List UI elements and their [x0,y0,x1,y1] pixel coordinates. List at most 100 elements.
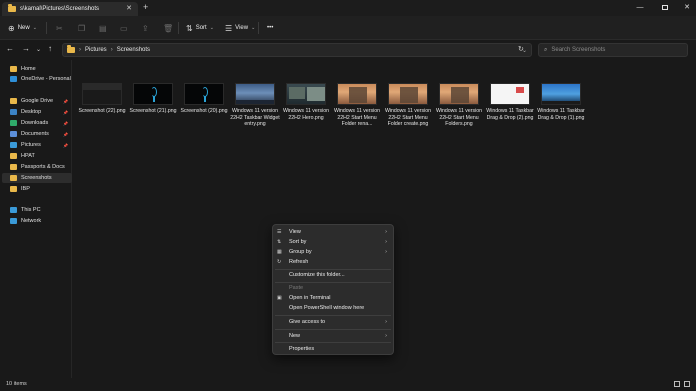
title-bar: s\kamal\Pictures\Screenshots ✕ + — ✕ [0,0,696,16]
menu-item-open-terminal[interactable]: Open in Terminal [289,295,330,301]
start-menu-graphic [451,87,469,103]
sidebar-item-label: Pictures [21,142,41,148]
terminal-icon: ▣ [277,295,282,301]
cut-button[interactable]: ✂ [56,16,63,40]
sidebar-item-downloads[interactable]: Downloads 📌 [2,118,72,128]
file-name: Windows 11 Taskbar Drag & Drop (2).png [486,108,534,121]
download-icon [10,120,17,126]
sidebar-item-screenshots[interactable]: Screenshots [2,173,72,183]
new-button[interactable]: ⊕ New ⌄ [8,16,37,40]
menu-item-new[interactable]: New [289,333,300,339]
file-thumbnail [235,83,275,105]
copy-button[interactable]: ❐ [78,16,85,40]
details-view-icon[interactable] [674,381,680,387]
menu-item-open-powershell[interactable]: Open PowerShell window here [289,305,364,311]
menu-item-group-by[interactable]: Group by [289,249,312,255]
maximize-icon [662,4,668,10]
file-thumbnail [133,83,173,105]
menu-item-sort-by[interactable]: Sort by [289,239,306,245]
rename-button[interactable]: ▭ [120,16,128,40]
delete-button[interactable]: 🗑 [163,16,173,40]
share-button[interactable]: ⇪ [142,16,149,40]
pin-icon: 📌 [63,109,68,115]
breadcrumb-pictures[interactable]: Pictures [85,47,107,53]
sort-icon: ⇅ [277,239,282,245]
submenu-arrow-icon: › [385,333,387,339]
more-options-button[interactable]: ••• [267,16,273,40]
breadcrumb-separator-icon: › [79,47,81,53]
pin-icon: 📌 [63,142,68,148]
refresh-button[interactable]: ↻ [518,45,524,53]
file-item[interactable]: Windows 11 version 22H2 Hero.png [283,83,329,121]
tab-screenshots[interactable]: s\kamal\Pictures\Screenshots ✕ [2,2,138,16]
sidebar-item-home[interactable]: Home [2,64,72,74]
forward-button[interactable]: → [22,44,30,53]
search-box[interactable]: ⌕ Search Screenshots [538,43,688,57]
sidebar-item-hpat[interactable]: HPAT [2,151,72,161]
documents-icon [10,131,17,137]
sidebar-item-desktop[interactable]: Desktop 📌 [2,107,72,117]
address-bar[interactable]: › Pictures › Screenshots ⌄ [62,43,532,57]
file-item[interactable]: Windows 11 version 22H2 Taskbar Widget e… [230,83,280,128]
copy-icon: ❐ [78,23,86,33]
taskbar-graphic [236,100,274,104]
view-button[interactable]: ☰ View ⌄ [225,16,255,40]
menu-item-give-access[interactable]: Give access to [289,319,325,325]
file-thumbnail [286,83,326,105]
sidebar-item-pictures[interactable]: Pictures 📌 [2,140,72,150]
minimize-button[interactable]: — [626,0,654,14]
file-item[interactable]: Windows 11 version 22H2 Start Menu Folde… [436,83,482,128]
sidebar-item-ibp[interactable]: IBP [2,184,72,194]
tab-close-icon[interactable]: ✕ [126,4,132,12]
file-item[interactable]: Windows 11 version 22H2 Start Menu Folde… [385,83,431,128]
address-row: ← → ⌄ ↑ › Pictures › Screenshots ⌄ ↻ ⌕ S… [0,40,696,60]
back-button[interactable]: ← [6,44,14,53]
status-bar: 10 items [0,378,696,391]
menu-item-view[interactable]: View [289,229,301,235]
file-item[interactable]: Screenshot (21).png [129,83,177,115]
pc-icon [10,207,17,213]
sidebar-item-network[interactable]: Network [2,216,72,226]
sidebar-item-label: OneDrive - Personal [21,76,71,82]
app-graphic [516,87,524,93]
paste-button[interactable]: ▤ [99,16,107,40]
sidebar-item-label: Downloads [21,120,49,126]
file-item[interactable]: Screenshot (20).png [180,83,228,115]
sidebar-item-documents[interactable]: Documents 📌 [2,129,72,139]
file-item[interactable]: Windows 11 version 22H2 Start Menu Folde… [334,83,380,128]
file-name: Screenshot (21).png [129,108,177,114]
group-icon: ▦ [277,249,282,255]
sidebar-item-this-pc[interactable]: This PC [2,205,72,215]
menu-divider [275,315,391,316]
delete-icon: 🗑 [163,23,174,33]
windows-bloom-graphic [204,96,206,102]
file-item[interactable]: Windows 11 Taskbar Drag & Drop (1).png [537,83,585,121]
sidebar-item-label: Desktop [21,109,42,115]
breadcrumb-screenshots[interactable]: Screenshots [117,47,150,53]
sidebar-item-passports-docs[interactable]: Passports & Docs [2,162,72,172]
close-button[interactable]: ✕ [673,0,696,14]
pictures-icon [10,142,17,148]
cut-icon: ✂ [56,23,63,33]
sidebar-item-google-drive[interactable]: Google Drive 📌 [2,96,72,106]
menu-item-properties[interactable]: Properties [289,346,314,352]
menu-item-refresh[interactable]: Refresh [289,259,308,265]
menu-item-paste[interactable]: Paste [289,285,303,291]
up-button[interactable]: ↑ [48,44,52,53]
sidebar-item-onedrive-personal[interactable]: OneDrive - Personal [2,74,72,84]
file-item[interactable]: Windows 11 Taskbar Drag & Drop (2).png [486,83,534,121]
large-icons-view-icon[interactable] [684,381,690,387]
recent-locations-button[interactable]: ⌄ [36,46,41,53]
new-tab-button[interactable]: + [143,3,148,12]
sidebar-item-label: HPAT [21,153,35,159]
sort-button[interactable]: ⇅ Sort ⌄ [186,16,214,40]
tab-title: s\kamal\Pictures\Screenshots [20,6,100,12]
menu-item-customize[interactable]: Customize this folder... [289,272,345,278]
view-toggle [674,381,690,387]
folder-icon [67,45,75,53]
view-label: View [235,25,249,31]
file-name: Screenshot (20).png [180,108,228,114]
chevron-down-icon: ⌄ [32,25,37,31]
file-item[interactable]: Screenshot (22).png [78,83,126,115]
folder-icon [10,98,17,104]
